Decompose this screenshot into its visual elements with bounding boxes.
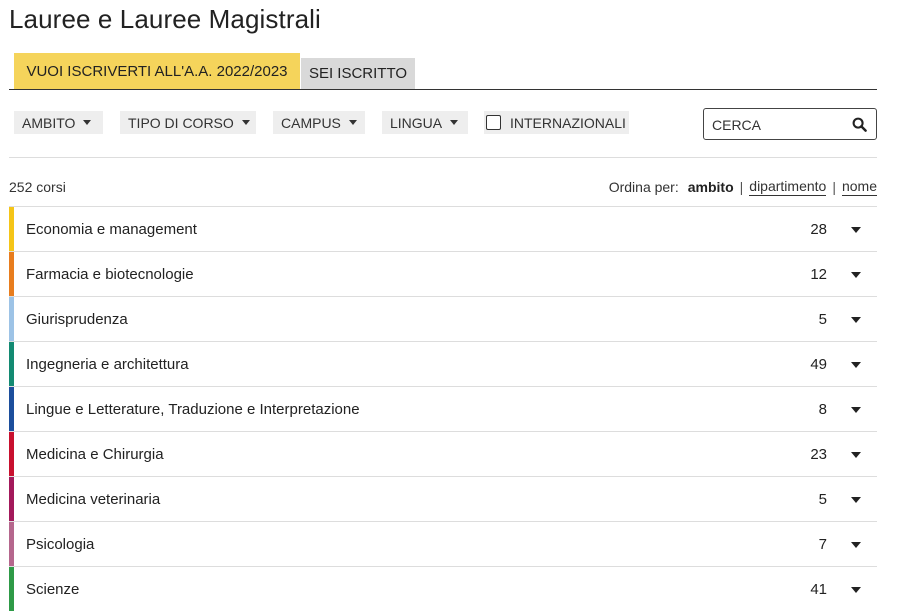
- filter-internazionali-toggle[interactable]: INTERNAZIONALI: [484, 111, 629, 134]
- category-name: Medicina e Chirurgia: [26, 446, 164, 463]
- tab-enroll[interactable]: VUOI ISCRIVERTI ALL'A.A. 2022/2023: [14, 53, 300, 89]
- expand-caret-icon[interactable]: [851, 542, 861, 548]
- caret-down-icon: [450, 120, 459, 125]
- category-name: Giurisprudenza: [26, 311, 128, 328]
- caret-down-icon: [241, 120, 250, 125]
- category-count: 5: [818, 491, 827, 508]
- sort-controls: Ordina per: ambito | dipartimento | nome: [609, 178, 877, 196]
- internazionali-label: INTERNAZIONALI: [510, 114, 626, 131]
- expand-caret-icon[interactable]: [851, 317, 861, 323]
- category-color-stripe: [9, 207, 14, 251]
- category-color-stripe: [9, 297, 14, 341]
- filter-divider: [9, 157, 877, 158]
- category-color-stripe: [9, 252, 14, 296]
- expand-caret-icon[interactable]: [851, 227, 861, 233]
- category-row[interactable]: Medicina veterinaria 5: [9, 476, 877, 521]
- sort-label: Ordina per:: [608, 179, 679, 195]
- category-count: 7: [818, 536, 827, 553]
- category-name: Medicina veterinaria: [26, 491, 161, 508]
- sort-separator: |: [832, 179, 836, 195]
- category-count: 8: [818, 401, 827, 418]
- category-row[interactable]: Lingue e Letterature, Traduzione e Inter…: [9, 386, 877, 431]
- category-count: 5: [818, 311, 827, 328]
- sort-option-dipartimento[interactable]: dipartimento: [749, 178, 827, 196]
- category-row[interactable]: Economia e management 28: [9, 206, 877, 251]
- expand-caret-icon[interactable]: [851, 587, 861, 593]
- category-color-stripe: [9, 567, 14, 611]
- category-name: Economia e management: [26, 221, 197, 238]
- category-count: 41: [810, 581, 827, 598]
- sort-option-ambito[interactable]: ambito: [688, 179, 734, 195]
- category-name: Farmacia e biotecnologie: [26, 266, 194, 283]
- category-count: 12: [810, 266, 827, 283]
- category-row[interactable]: Farmacia e biotecnologie 12: [9, 251, 877, 296]
- expand-caret-icon[interactable]: [851, 272, 861, 278]
- filter-campus-dropdown[interactable]: CAMPUS: [273, 111, 365, 134]
- category-row[interactable]: Scienze 41: [9, 566, 877, 611]
- search-box: [703, 108, 877, 140]
- sort-separator: |: [739, 179, 744, 195]
- tab-enrolled[interactable]: SEI ISCRITTO: [301, 58, 415, 89]
- sort-option-nome[interactable]: nome: [841, 178, 877, 196]
- category-count: 23: [810, 446, 827, 463]
- category-color-stripe: [9, 522, 14, 566]
- results-count: 252 corsi: [9, 179, 66, 195]
- category-row[interactable]: Ingegneria e architettura 49: [9, 341, 877, 386]
- category-name: Scienze: [26, 581, 80, 598]
- tab-bar: VUOI ISCRIVERTI ALL'A.A. 2022/2023 SEI I…: [9, 53, 877, 90]
- caret-down-icon: [348, 120, 357, 125]
- category-row[interactable]: Medicina e Chirurgia 23: [9, 431, 877, 476]
- category-count: 28: [810, 221, 827, 238]
- caret-down-icon: [83, 120, 92, 125]
- filter-label: TIPO DI CORSO: [128, 114, 234, 131]
- category-color-stripe: [9, 387, 14, 431]
- category-name: Psicologia: [26, 536, 95, 553]
- category-list: Economia e management 28 Farmacia e biot…: [9, 206, 877, 611]
- page-title: Lauree e Lauree Magistrali: [9, 4, 321, 34]
- search-input[interactable]: [712, 115, 842, 135]
- filter-tipo-di-corso-dropdown[interactable]: TIPO DI CORSO: [120, 111, 256, 134]
- category-name: Ingegneria e architettura: [26, 356, 189, 373]
- expand-caret-icon[interactable]: [851, 362, 861, 368]
- expand-caret-icon[interactable]: [851, 452, 861, 458]
- category-color-stripe: [9, 342, 14, 386]
- expand-caret-icon[interactable]: [851, 407, 861, 413]
- category-row[interactable]: Giurisprudenza 5: [9, 296, 877, 341]
- expand-caret-icon[interactable]: [851, 497, 861, 503]
- filter-label: AMBITO: [22, 114, 76, 131]
- internazionali-checkbox[interactable]: [486, 115, 501, 130]
- category-name: Lingue e Letterature, Traduzione e Inter…: [26, 401, 360, 418]
- category-color-stripe: [9, 432, 14, 476]
- category-count: 49: [810, 356, 827, 373]
- search-icon[interactable]: [852, 117, 867, 132]
- filter-ambito-dropdown[interactable]: AMBITO: [14, 111, 103, 134]
- category-color-stripe: [9, 477, 14, 521]
- category-row[interactable]: Psicologia 7: [9, 521, 877, 566]
- filter-label: CAMPUS: [281, 114, 341, 131]
- filter-label: LINGUA: [390, 114, 443, 131]
- filter-lingua-dropdown[interactable]: LINGUA: [382, 111, 468, 134]
